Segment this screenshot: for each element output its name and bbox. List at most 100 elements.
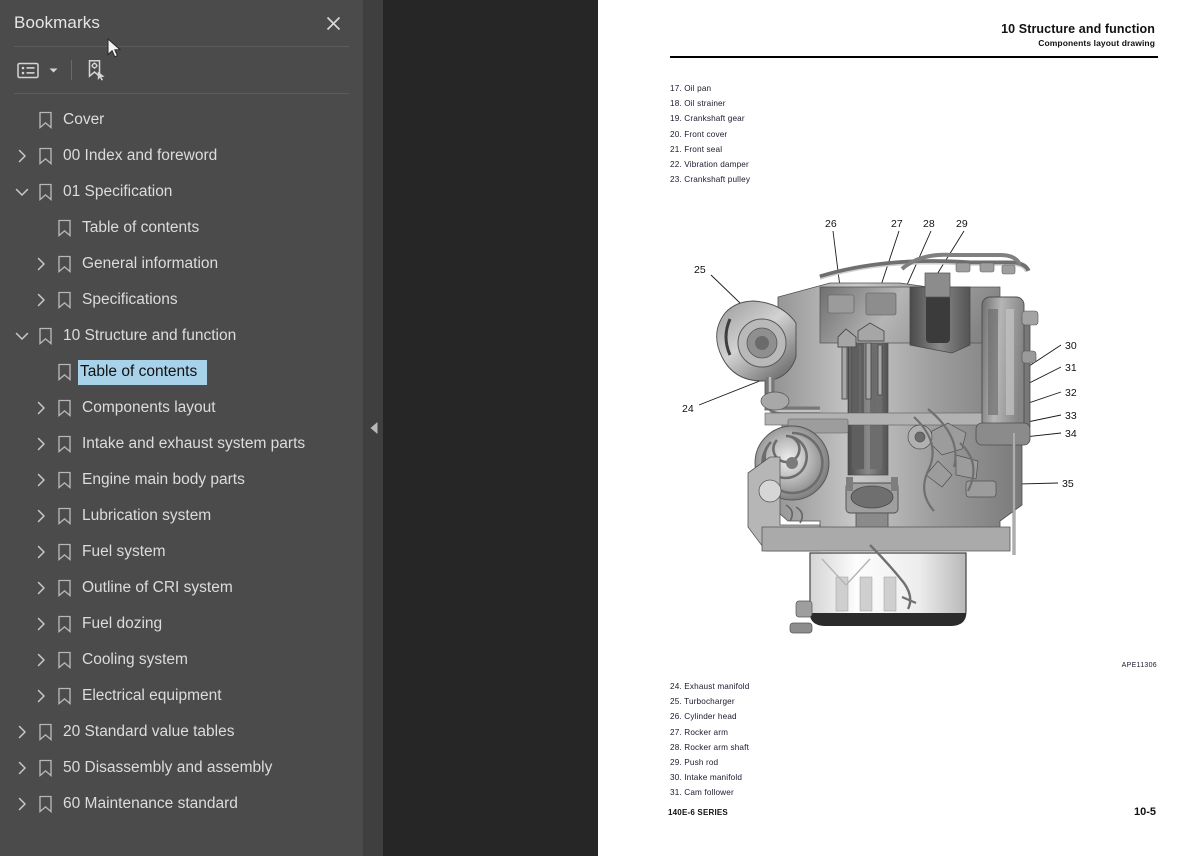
bookmark-icon bbox=[56, 579, 72, 597]
parts-list-top: 17. Oil pan 18. Oil strainer 19. Crankshaf… bbox=[670, 81, 750, 187]
chevron-right-icon[interactable] bbox=[33, 472, 49, 488]
parts-list-item: 21. Front seal bbox=[670, 144, 723, 154]
page-footer-series: 140E-6 SERIES bbox=[668, 808, 728, 817]
page-footer-number: 10-5 bbox=[1133, 806, 1156, 818]
callout-29: 29 bbox=[956, 218, 968, 230]
list-view-icon[interactable] bbox=[14, 55, 42, 85]
bookmark-icon bbox=[56, 471, 72, 489]
bookmark-item[interactable]: Table of contents bbox=[0, 210, 363, 246]
bookmark-icon bbox=[37, 723, 53, 741]
bookmark-item-label: 50 Disassembly and assembly bbox=[63, 758, 273, 776]
chevron-right-icon[interactable] bbox=[33, 436, 49, 452]
bookmark-icon bbox=[37, 147, 53, 165]
callout-25: 25 bbox=[694, 264, 706, 276]
bookmark-icon bbox=[56, 543, 72, 561]
bookmark-item-label: Lubrication system bbox=[82, 506, 212, 524]
chevron-down-icon[interactable] bbox=[14, 328, 30, 344]
chevron-down-icon[interactable] bbox=[14, 184, 30, 200]
bookmark-item[interactable]: 50 Disassembly and assembly bbox=[0, 750, 363, 786]
chevron-right-icon[interactable] bbox=[33, 688, 49, 704]
bookmark-icon bbox=[56, 507, 72, 525]
bookmark-item[interactable]: 10 Structure and function bbox=[0, 318, 363, 354]
bookmark-item[interactable]: Fuel dozing bbox=[0, 606, 363, 642]
chevron-right-icon[interactable] bbox=[33, 544, 49, 560]
bookmark-item[interactable]: Fuel system bbox=[0, 534, 363, 570]
bookmark-icon bbox=[56, 435, 72, 453]
bookmark-icon bbox=[56, 687, 72, 705]
bookmark-item[interactable]: Cover bbox=[0, 102, 363, 138]
chevron-right-icon[interactable] bbox=[33, 400, 49, 416]
parts-list-item: 31. Cam follower bbox=[670, 788, 734, 798]
collapse-left-icon[interactable] bbox=[368, 418, 380, 438]
bookmark-item-label: General information bbox=[82, 254, 219, 272]
bookmark-item[interactable]: Specifications bbox=[0, 282, 363, 318]
bookmark-item-label: Table of contents bbox=[82, 218, 200, 236]
bookmark-item-label: Specifications bbox=[82, 290, 178, 308]
parts-list-item: 22. Vibration damper bbox=[670, 160, 749, 170]
parts-list-item: 27. Rocker arm bbox=[670, 727, 729, 737]
bookmark-item[interactable]: 01 Specification bbox=[0, 174, 363, 210]
parts-list-item: 26. Cylinder head bbox=[670, 712, 737, 722]
bookmark-item[interactable]: 00 Index and foreword bbox=[0, 138, 363, 174]
bookmarks-toolbar bbox=[0, 47, 363, 93]
bookmark-icon bbox=[56, 651, 72, 669]
parts-list-item: 20. Front cover bbox=[670, 129, 728, 139]
parts-list-bottom: 24. Exhaust manifold 25. Turbocharger 26. … bbox=[670, 679, 749, 801]
chevron-right-icon[interactable] bbox=[33, 580, 49, 596]
bookmark-item[interactable]: Electrical equipment bbox=[0, 678, 363, 714]
callout-34: 34 bbox=[1065, 428, 1077, 440]
bookmark-item-label: 01 Specification bbox=[63, 182, 173, 200]
parts-list-item: 17. Oil pan bbox=[670, 84, 712, 93]
toolbar-separator bbox=[71, 60, 72, 80]
bookmark-item-label: Outline of CRI system bbox=[82, 578, 233, 596]
bookmarks-panel-titlebar: Bookmarks bbox=[0, 0, 363, 46]
callout-32: 32 bbox=[1065, 387, 1077, 399]
bookmark-item[interactable]: Outline of CRI system bbox=[0, 570, 363, 606]
callout-30: 30 bbox=[1065, 340, 1077, 352]
bookmark-icon bbox=[37, 759, 53, 777]
page-header-subtitle: Components layout drawing bbox=[1038, 38, 1155, 48]
chevron-right-icon[interactable] bbox=[14, 760, 30, 776]
artwork-code: APE11306 bbox=[1121, 662, 1157, 669]
callout-31: 31 bbox=[1065, 362, 1077, 374]
bookmark-item[interactable]: Intake and exhaust system parts bbox=[0, 426, 363, 462]
bookmark-item-label: Cooling system bbox=[82, 650, 188, 668]
page-header-rule bbox=[670, 56, 1158, 58]
chevron-right-icon[interactable] bbox=[33, 292, 49, 308]
bookmark-item-label: Table of contents bbox=[76, 358, 209, 386]
chevron-right-icon[interactable] bbox=[14, 148, 30, 164]
bookmark-icon bbox=[56, 219, 72, 237]
chevron-right-icon[interactable] bbox=[33, 256, 49, 272]
chevron-right-icon[interactable] bbox=[33, 508, 49, 524]
bookmark-item[interactable]: General information bbox=[0, 246, 363, 282]
bookmark-item-label: Cover bbox=[63, 110, 105, 128]
chevron-right-icon[interactable] bbox=[14, 724, 30, 740]
bookmark-item[interactable]: 60 Maintenance standard bbox=[0, 786, 363, 822]
bookmark-item[interactable]: 20 Standard value tables bbox=[0, 714, 363, 750]
bookmark-icon bbox=[56, 255, 72, 273]
chevron-right-icon[interactable] bbox=[33, 616, 49, 632]
bookmark-item[interactable]: Components layout bbox=[0, 390, 363, 426]
bookmark-item-label: 10 Structure and function bbox=[63, 326, 237, 344]
bookmark-icon bbox=[56, 399, 72, 417]
bookmark-icon bbox=[37, 327, 53, 345]
bookmark-item[interactable]: Lubrication system bbox=[0, 498, 363, 534]
document-page[interactable]: 10 Structure and function Components lay… bbox=[598, 0, 1200, 856]
bookmark-icon bbox=[56, 363, 72, 381]
chevron-right-icon[interactable] bbox=[33, 652, 49, 668]
bookmark-icon bbox=[56, 291, 72, 309]
chevron-down-icon[interactable] bbox=[46, 55, 61, 85]
bookmark-item[interactable]: Table of contents bbox=[0, 354, 363, 390]
page-header: 10 Structure and function Components lay… bbox=[1001, 22, 1155, 49]
viewer-backdrop bbox=[383, 0, 598, 856]
bookmark-item[interactable]: Cooling system bbox=[0, 642, 363, 678]
new-bookmark-icon[interactable] bbox=[82, 55, 110, 85]
close-icon[interactable] bbox=[321, 11, 345, 35]
bookmark-item[interactable]: Engine main body parts bbox=[0, 462, 363, 498]
chevron-right-icon[interactable] bbox=[14, 796, 30, 812]
parts-list-item: 28. Rocker arm shaft bbox=[670, 742, 749, 752]
callout-28: 28 bbox=[923, 218, 935, 230]
parts-list-item: 19. Crankshaft gear bbox=[670, 114, 745, 124]
application-window: Bookmarks Cover 00 Index and foreword 01… bbox=[0, 0, 1200, 856]
parts-list-item: 23. Crankshaft pulley bbox=[670, 175, 751, 185]
